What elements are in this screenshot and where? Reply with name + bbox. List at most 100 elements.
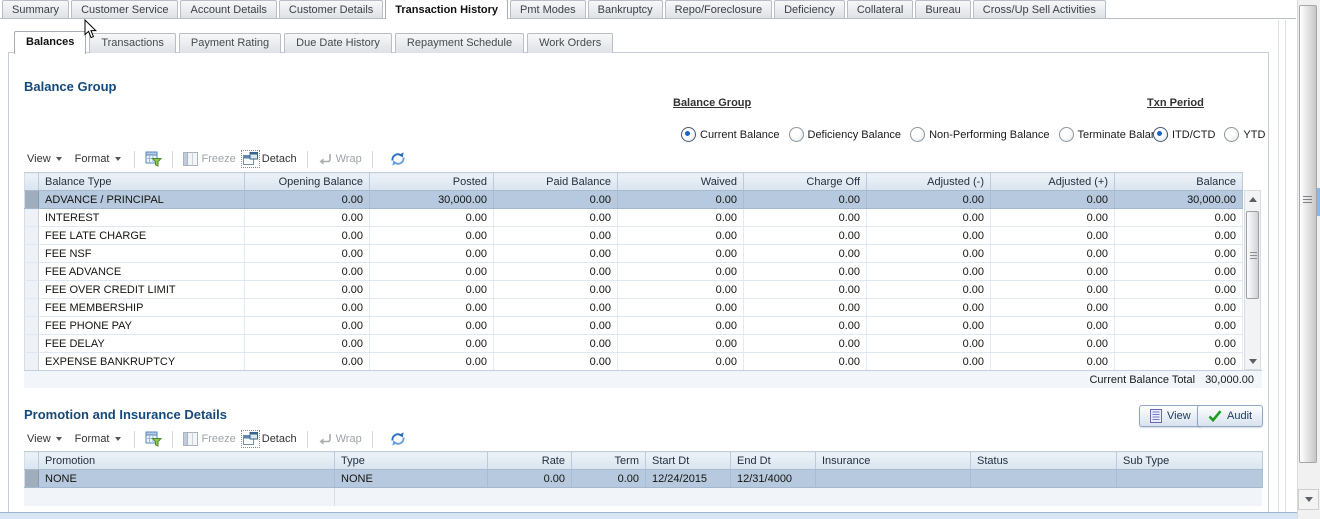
row-selector[interactable] — [25, 317, 39, 335]
view-menu[interactable]: View — [24, 431, 65, 447]
column-header[interactable]: Sub Type — [1117, 452, 1263, 470]
column-header[interactable]: Promotion — [39, 452, 335, 470]
cell: 0.00 — [370, 281, 494, 299]
cell: FEE PHONE PAY — [39, 317, 245, 335]
cell: 12/31/4000 — [731, 470, 816, 488]
column-header[interactable]: Type — [335, 452, 488, 470]
row-selector[interactable] — [25, 191, 39, 209]
tab-cross-up-sell-activities[interactable]: Cross/Up Sell Activities — [973, 0, 1106, 18]
radio-deficiency-balance[interactable]: Deficiency Balance — [789, 127, 902, 142]
row-selector[interactable] — [25, 227, 39, 245]
row-selector[interactable] — [25, 470, 39, 488]
scrollbar-thumb[interactable] — [1246, 211, 1259, 299]
column-header[interactable]: Balance — [1115, 173, 1243, 191]
tab-bankruptcy[interactable]: Bankruptcy — [588, 0, 663, 18]
cell: 0.00 — [867, 227, 991, 245]
column-header[interactable]: Status — [971, 452, 1117, 470]
cell: 0.00 — [744, 335, 867, 353]
view-menu[interactable]: View — [24, 151, 65, 167]
column-header[interactable]: Waived — [618, 173, 744, 191]
radio-current-balance[interactable]: Current Balance — [681, 127, 780, 142]
balance-table-scrollbar[interactable] — [1244, 190, 1261, 370]
detach-button[interactable]: Detach — [243, 432, 297, 446]
cell: 0.00 — [1115, 209, 1243, 227]
scroll-up-arrow[interactable] — [1245, 192, 1260, 206]
tab-deficiency[interactable]: Deficiency — [774, 0, 845, 18]
tab-summary[interactable]: Summary — [2, 0, 69, 18]
thumb-grip-icon — [1250, 252, 1257, 260]
tab-bureau[interactable]: Bureau — [915, 0, 970, 18]
table-row[interactable]: FEE MEMBERSHIP0.000.000.000.000.000.000.… — [25, 299, 1243, 317]
row-selector[interactable] — [25, 209, 39, 227]
table-row[interactable]: INTEREST0.000.000.000.000.000.000.000.00 — [25, 209, 1243, 227]
column-header[interactable]: Paid Balance — [494, 173, 618, 191]
query-by-example-icon[interactable] — [145, 431, 162, 447]
page-scroll-down-arrow[interactable] — [1298, 489, 1319, 510]
subtab-work-orders[interactable]: Work Orders — [527, 33, 613, 53]
balances-toolbar: View Format — [24, 147, 1262, 171]
table-row[interactable]: NONENONE0.000.0012/24/201512/31/4000 — [25, 470, 1263, 488]
detach-button[interactable]: Detach — [243, 152, 297, 166]
column-header[interactable]: Rate — [488, 452, 572, 470]
column-header[interactable]: Charge Off — [744, 173, 867, 191]
radio-itd-ctd[interactable]: ITD/CTD — [1153, 127, 1215, 142]
radio-ytd[interactable]: YTD — [1224, 127, 1265, 142]
scroll-down-arrow[interactable] — [1245, 354, 1260, 368]
row-selector[interactable] — [25, 281, 39, 299]
tab-collateral[interactable]: Collateral — [847, 0, 913, 18]
subtab-due-date-history[interactable]: Due Date History — [284, 33, 392, 53]
table-row[interactable]: ADVANCE / PRINCIPAL0.0030,000.000.000.00… — [25, 191, 1243, 209]
column-header[interactable]: Adjusted (+) — [991, 173, 1115, 191]
refresh-icon[interactable] — [389, 431, 407, 447]
column-header[interactable]: Insurance — [816, 452, 971, 470]
column-header[interactable]: End Dt — [731, 452, 816, 470]
page-scrollbar-thumb[interactable] — [1299, 5, 1317, 463]
tab-transaction-history[interactable]: Transaction History — [385, 0, 508, 19]
column-header[interactable]: Adjusted (-) — [867, 173, 991, 191]
cell: ADVANCE / PRINCIPAL — [39, 191, 245, 209]
cell: 0.00 — [991, 245, 1115, 263]
table-row[interactable]: FEE DELAY0.000.000.000.000.000.000.000.0… — [25, 335, 1243, 353]
tab-account-details[interactable]: Account Details — [180, 0, 276, 18]
row-selector[interactable] — [25, 263, 39, 281]
query-by-example-icon[interactable] — [145, 151, 162, 167]
table-row[interactable]: FEE OVER CREDIT LIMIT0.000.000.000.000.0… — [25, 281, 1243, 299]
row-selector[interactable] — [25, 353, 39, 371]
subtab-balances[interactable]: Balances — [14, 31, 86, 54]
column-header[interactable]: Balance Type — [39, 173, 245, 191]
view-button[interactable]: View — [1139, 405, 1202, 427]
refresh-icon[interactable] — [389, 151, 407, 167]
table-row[interactable]: FEE ADVANCE0.000.000.000.000.000.000.000… — [25, 263, 1243, 281]
row-selector[interactable] — [25, 245, 39, 263]
tab-repo-foreclosure[interactable]: Repo/Foreclosure — [665, 0, 772, 18]
format-menu[interactable]: Format — [72, 431, 124, 447]
row-selector[interactable] — [25, 299, 39, 317]
cell: 0.00 — [618, 281, 744, 299]
subtab-transactions[interactable]: Transactions — [89, 33, 176, 53]
table-row[interactable]: FEE NSF0.000.000.000.000.000.000.000.00 — [25, 245, 1243, 263]
row-selector[interactable] — [25, 335, 39, 353]
freeze-icon — [183, 432, 198, 446]
radio-label: YTD — [1243, 129, 1265, 141]
format-menu[interactable]: Format — [72, 151, 124, 167]
subtab-repayment-schedule[interactable]: Repayment Schedule — [395, 33, 524, 53]
table-row[interactable]: FEE PHONE PAY0.000.000.000.000.000.000.0… — [25, 317, 1243, 335]
column-header[interactable]: Opening Balance — [245, 173, 370, 191]
freeze-label: Freeze — [202, 433, 236, 445]
audit-button[interactable]: Audit — [1197, 405, 1263, 427]
radio-non-performing-balance[interactable]: Non-Performing Balance — [910, 127, 1049, 142]
subtab-payment-rating[interactable]: Payment Rating — [179, 33, 281, 53]
table-row[interactable]: EXPENSE BANKRUPTCY0.000.000.000.000.000.… — [25, 353, 1243, 371]
radio-icon — [910, 127, 925, 142]
tab-customer-service[interactable]: Customer Service — [71, 0, 178, 18]
detach-icon — [243, 432, 258, 446]
column-header[interactable]: Posted — [370, 173, 494, 191]
table-row[interactable]: FEE LATE CHARGE0.000.000.000.000.000.000… — [25, 227, 1243, 245]
column-header[interactable]: Term — [572, 452, 646, 470]
panel-divider — [1285, 20, 1286, 512]
tab-pmt-modes[interactable]: Pmt Modes — [510, 0, 586, 18]
wrap-button: Wrap — [318, 433, 362, 446]
column-header[interactable]: Start Dt — [646, 452, 731, 470]
cell: 0.00 — [991, 317, 1115, 335]
tab-customer-details[interactable]: Customer Details — [279, 0, 383, 18]
